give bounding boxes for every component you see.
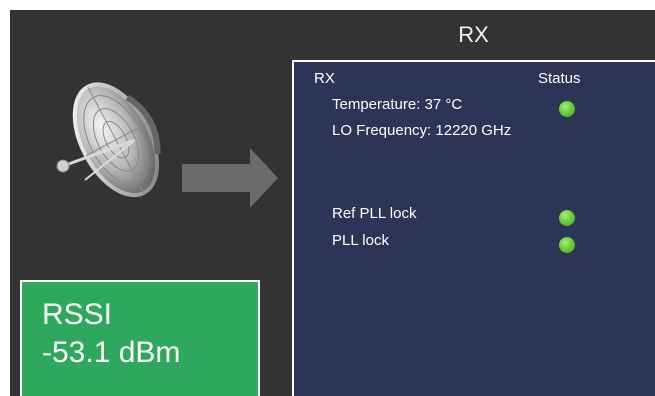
status-column-header: Status: [538, 70, 581, 87]
rx-status-panel: RX Status Temperature: 37 °C LO Frequenc…: [292, 60, 655, 396]
rssi-label: RSSI: [42, 298, 113, 331]
ref-pll-lock-indicator: [559, 210, 575, 226]
lo-frequency-label: LO Frequency: 12220 GHz: [332, 122, 512, 139]
ref-pll-lock-label: Ref PLL lock: [332, 205, 417, 222]
right-arrow-icon: [182, 148, 278, 208]
rx-section-label: RX: [314, 70, 335, 87]
rssi-readout: RSSI -53.1 dBm: [20, 280, 260, 396]
pll-lock-label: PLL lock: [332, 232, 389, 249]
satellite-dish-icon: [56, 82, 161, 198]
rx-header-title: RX: [458, 22, 489, 47]
rx-monitor-screen: RX RX Status Temperature: 37 °C LO Frequ…: [10, 10, 655, 396]
rx-header: RX: [292, 10, 655, 60]
rssi-value: -53.1 dBm: [42, 335, 181, 369]
temperature-status-indicator: [559, 101, 575, 117]
temperature-label: Temperature: 37 °C: [332, 96, 463, 113]
pll-lock-indicator: [559, 237, 575, 253]
